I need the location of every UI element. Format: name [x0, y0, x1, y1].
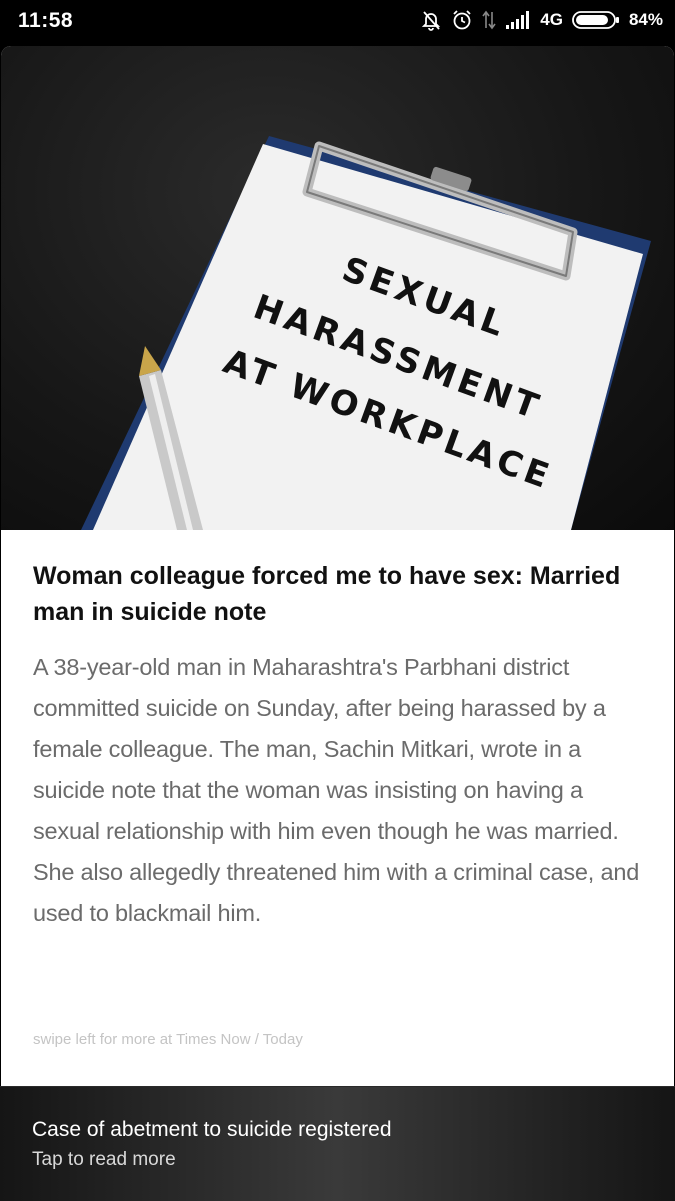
battery-icon — [572, 10, 620, 30]
data-arrows-icon — [482, 10, 496, 30]
battery-percent: 84% — [628, 10, 663, 29]
signal-icon — [505, 10, 531, 30]
article-image: SEXUAL HARASSMENT AT WORKPLACE — [1, 46, 674, 530]
clipboard-illustration: SEXUAL HARASSMENT AT WORKPLACE — [81, 136, 651, 530]
mute-bell-icon — [420, 9, 442, 31]
footer-title: Case of abetment to suicide registered — [32, 1118, 392, 1141]
alarm-icon — [451, 9, 473, 31]
read-more-footer[interactable]: Case of abetment to suicide registered T… — [0, 1086, 675, 1201]
source-link[interactable]: swipe left for more at Times Now / Today — [33, 1031, 303, 1048]
network-type: 4G — [540, 10, 563, 29]
status-icons: 4G 84% — [420, 9, 663, 31]
article-summary: A 38-year-old man in Maharashtra's Parbh… — [33, 654, 640, 926]
tap-to-read-more[interactable]: Tap to read more — [32, 1149, 176, 1171]
news-card[interactable]: SEXUAL HARASSMENT AT WORKPLACE Woman col… — [1, 46, 674, 1086]
article-headline: Woman colleague forced me to have sex: M… — [33, 562, 621, 626]
status-bar: 11:58 4G 84% — [0, 0, 675, 44]
status-time: 11:58 — [18, 9, 74, 32]
